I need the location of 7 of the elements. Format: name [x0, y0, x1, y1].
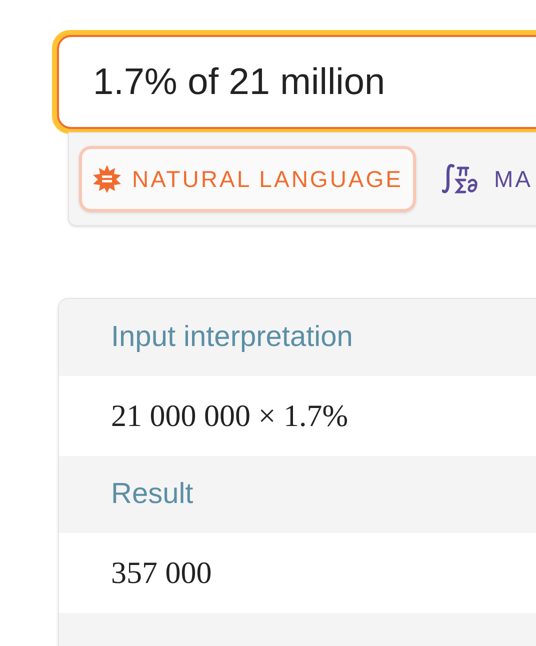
pod-value: 357 000 — [111, 554, 212, 592]
starburst-icon — [92, 164, 122, 194]
pod-title: Input interpretation — [111, 320, 353, 355]
pod-title: Result — [111, 476, 194, 512]
search-field[interactable]: 1.7% of 21 million — [57, 35, 536, 129]
pod-value: 21 000 000 × 1.7% — [111, 396, 348, 435]
mode-button[interactable]: MA — [442, 146, 532, 212]
